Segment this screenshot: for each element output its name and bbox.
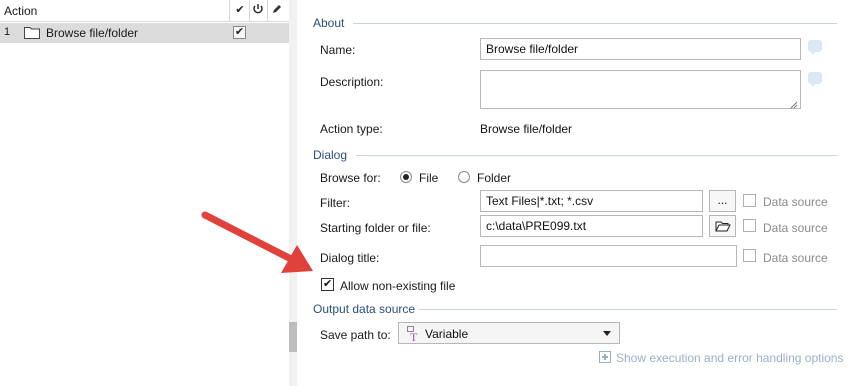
action-list-panel: Action ✔ 1 Browse file/folder ✔ (0, 0, 289, 386)
output-section-title: Output data source (313, 302, 416, 316)
action-list-header: Action ✔ (0, 0, 289, 22)
power-icon[interactable] (251, 3, 265, 17)
comment-icon[interactable] (808, 72, 822, 87)
action-row-label: Browse file/folder (46, 26, 139, 40)
dialog-title-label: Dialog title: (320, 251, 380, 265)
file-radio-label[interactable]: File (419, 171, 438, 185)
save-path-value: Variable (425, 327, 469, 341)
save-path-dropdown[interactable]: T Variable (398, 322, 620, 344)
comment-icon[interactable] (808, 40, 822, 55)
browse-folder-button[interactable] (709, 215, 736, 237)
description-textarea[interactable] (480, 70, 801, 109)
file-radio[interactable] (400, 171, 412, 183)
about-section-title: About (313, 16, 345, 30)
folder-radio-label[interactable]: Folder (477, 171, 511, 185)
data-source-label: Data source (763, 195, 828, 209)
expand-plus-icon[interactable] (599, 351, 611, 363)
open-folder-icon (714, 221, 731, 232)
action-type-label: Action type: (320, 122, 383, 136)
section-divider (356, 155, 837, 156)
data-source-label: Data source (763, 221, 828, 235)
starting-folder-input[interactable]: c:\data\PRE099.txt (480, 215, 703, 237)
column-separator (229, 0, 230, 22)
filter-input[interactable]: Text Files|*.txt; *.csv (480, 190, 703, 212)
section-divider (419, 309, 837, 310)
browse-for-label: Browse for: (320, 171, 381, 185)
dialog-section-title: Dialog (313, 148, 348, 162)
data-source-label: Data source (763, 251, 828, 265)
folder-icon (24, 26, 40, 39)
action-column-header[interactable]: Action (4, 4, 37, 18)
checkmark-icon[interactable]: ✔ (233, 3, 247, 17)
dialog-title-data-source-checkbox[interactable] (743, 249, 756, 262)
name-label: Name: (320, 43, 356, 57)
section-divider (353, 23, 837, 24)
chevron-down-icon (603, 331, 611, 336)
properties-panel: About Name: Browse file/folder Descripti… (297, 0, 853, 386)
annotation-arrow-icon (201, 211, 313, 273)
scrollbar-thumb[interactable] (289, 322, 297, 352)
filter-edit-button[interactable]: ... (709, 190, 736, 212)
description-label: Description: (320, 75, 384, 89)
action-type-value: Browse file/folder (480, 122, 573, 136)
column-separator (267, 0, 268, 22)
filter-data-source-checkbox[interactable] (743, 194, 756, 207)
dialog-title-input[interactable] (480, 245, 737, 267)
app-window: Action ✔ 1 Browse file/folder ✔ About Na… (0, 0, 853, 386)
starting-folder-data-source-checkbox[interactable] (743, 219, 756, 232)
svg-text:T: T (410, 330, 418, 342)
folder-radio[interactable] (458, 171, 470, 183)
starting-folder-label: Starting folder or file: (320, 221, 431, 235)
pencil-icon[interactable] (270, 3, 284, 17)
allow-nonexisting-label[interactable]: Allow non-existing file (340, 279, 455, 293)
action-row[interactable]: 1 Browse file/folder ✔ (0, 23, 289, 43)
column-separator (249, 0, 250, 22)
variable-icon: T (407, 326, 421, 344)
save-path-label: Save path to: (320, 328, 391, 342)
show-options-link[interactable]: Show execution and error handling option… (616, 351, 852, 365)
action-enabled-checkbox[interactable]: ✔ (233, 26, 246, 39)
name-input[interactable]: Browse file/folder (480, 38, 801, 60)
resize-grip-icon[interactable] (790, 98, 798, 109)
row-number: 1 (4, 26, 11, 38)
